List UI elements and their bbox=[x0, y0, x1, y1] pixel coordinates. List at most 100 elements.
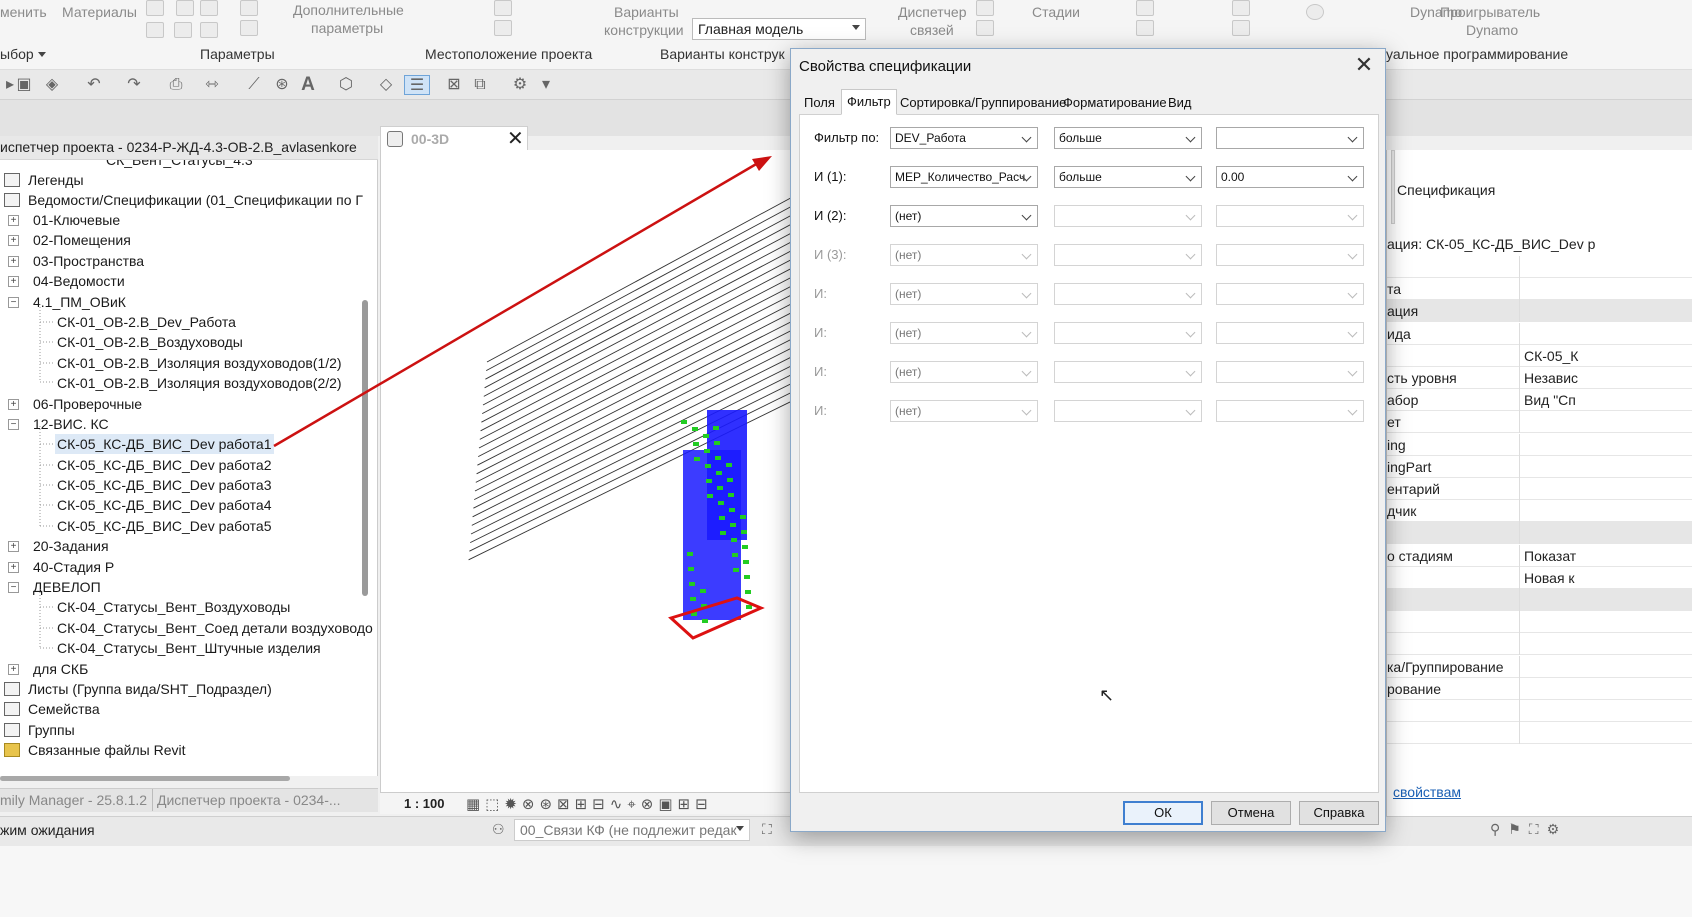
property-value[interactable] bbox=[1519, 411, 1692, 434]
property-row[interactable]: ingPart bbox=[1387, 455, 1692, 478]
filter-field-dropdown[interactable]: (нет) bbox=[890, 205, 1038, 227]
tree-item[interactable]: СК-05_КС-ДБ_ВИС_Dev работа2 bbox=[57, 455, 272, 475]
ribbon-icon[interactable] bbox=[200, 0, 218, 16]
ribbon-icon[interactable] bbox=[1232, 0, 1250, 16]
filter-operator-dropdown[interactable]: больше bbox=[1054, 166, 1202, 188]
view-control-icons[interactable]: ▦⬚✹⊗⊛⊠⊞⊟∿⌖⊗▣⊞⊟ bbox=[466, 795, 713, 813]
tree-item[interactable]: СК-05_КС-ДБ_ВИС_Dev работа4 bbox=[57, 495, 272, 515]
properties-link[interactable]: свойствам bbox=[1393, 784, 1461, 800]
filter-operator-dropdown[interactable] bbox=[1054, 400, 1202, 422]
dynamo-player-button[interactable]: Проигрыватель bbox=[1440, 4, 1540, 20]
property-row[interactable]: ка/Группирование bbox=[1387, 655, 1692, 678]
property-row[interactable]: ация bbox=[1387, 300, 1692, 323]
ribbon-icon[interactable] bbox=[976, 0, 994, 16]
browser-hscrollbar[interactable] bbox=[0, 776, 290, 781]
filter-field-dropdown[interactable]: MEP_Количество_Расч bbox=[890, 166, 1038, 188]
print-icon[interactable]: ⎙ bbox=[166, 75, 186, 95]
property-row[interactable]: рование bbox=[1387, 677, 1692, 700]
ribbon-icon[interactable] bbox=[176, 0, 194, 16]
instance-filter[interactable]: ация: СК-05_КС-ДБ_ВИС_Dev р bbox=[1387, 236, 1595, 252]
property-row[interactable] bbox=[1387, 611, 1692, 634]
tree-item[interactable]: СК-04_Статусы_Вент_Воздуховоды bbox=[57, 597, 290, 617]
filter-field-dropdown[interactable]: (нет) bbox=[890, 361, 1038, 383]
property-value[interactable] bbox=[1519, 300, 1692, 323]
tree-item-selected[interactable]: СК-05_КС-ДБ_ВИС_Dev работа1 bbox=[55, 434, 274, 454]
property-value[interactable] bbox=[1519, 677, 1692, 700]
ribbon-icon[interactable] bbox=[200, 22, 218, 38]
phases-button[interactable]: Стадии bbox=[1032, 4, 1080, 20]
filter-value-dropdown[interactable]: 0.00 bbox=[1216, 166, 1364, 188]
property-value[interactable] bbox=[1519, 478, 1692, 500]
ribbon-icon[interactable] bbox=[1232, 20, 1250, 36]
filter-value-dropdown[interactable] bbox=[1216, 283, 1364, 305]
materials-button[interactable]: Материалы bbox=[62, 4, 137, 20]
ribbon-icon[interactable] bbox=[146, 22, 164, 38]
ribbon-icon[interactable] bbox=[1136, 20, 1154, 36]
tab-fields[interactable]: Поля bbox=[799, 91, 840, 115]
chevron-down-icon[interactable]: ▾ bbox=[536, 75, 556, 95]
tree-item[interactable]: СК-01_ОВ-2.В_Воздуховоды bbox=[57, 332, 243, 352]
tab-filter[interactable]: Фильтр bbox=[841, 89, 897, 115]
settings-icon[interactable]: ⚙ bbox=[510, 75, 530, 95]
ribbon-icon[interactable] bbox=[174, 22, 192, 38]
extra-params-button[interactable]: Дополнительные bbox=[293, 2, 404, 18]
close-icon[interactable]: ✕ bbox=[1349, 53, 1379, 79]
view-tab[interactable]: 00-3D ✕ bbox=[380, 126, 528, 152]
property-row[interactable]: Новая к bbox=[1387, 566, 1692, 589]
ribbon-icon[interactable] bbox=[976, 20, 994, 36]
property-row[interactable]: абор Вид "Сп bbox=[1387, 389, 1692, 412]
selection-filter-icons[interactable]: ⚲⚑⛶⚙ bbox=[1490, 821, 1567, 838]
property-value[interactable] bbox=[1519, 700, 1692, 722]
property-row[interactable]: ет bbox=[1387, 411, 1692, 434]
property-row[interactable]: дчик bbox=[1387, 500, 1692, 523]
ribbon-icon[interactable] bbox=[494, 0, 512, 16]
main-model-select[interactable]: Главная модель bbox=[692, 18, 866, 40]
measure-icon[interactable]: ⇿ bbox=[202, 75, 222, 95]
browser-scrollbar[interactable] bbox=[362, 300, 368, 596]
property-value[interactable]: Новая к bbox=[1519, 566, 1692, 589]
filter-field-dropdown[interactable]: DEV_Работа bbox=[890, 127, 1038, 149]
property-row[interactable] bbox=[1387, 256, 1692, 278]
tree-item[interactable]: Ведомости/Спецификации (01_Спецификации … bbox=[28, 190, 363, 210]
filter-field-dropdown[interactable]: (нет) bbox=[890, 244, 1038, 266]
undo-icon[interactable]: ↶ bbox=[84, 75, 104, 95]
filter-operator-dropdown[interactable] bbox=[1054, 283, 1202, 305]
ribbon-icon[interactable] bbox=[240, 0, 258, 16]
filter-value-dropdown[interactable] bbox=[1216, 244, 1364, 266]
property-row[interactable] bbox=[1387, 589, 1692, 611]
variants-button[interactable]: Варианты bbox=[614, 4, 679, 20]
filter-value-dropdown[interactable] bbox=[1216, 400, 1364, 422]
sync-icon[interactable]: ◈ bbox=[42, 75, 62, 95]
close-hidden-icon[interactable]: ⊠ bbox=[444, 75, 464, 95]
property-value[interactable] bbox=[1519, 655, 1692, 678]
tree-item[interactable]: СК-05_КС-ДБ_ВИС_Dev работа5 bbox=[57, 516, 272, 536]
workset-select[interactable]: 00_Связи КФ (не подлежит редак bbox=[514, 819, 750, 841]
property-row[interactable]: сть уровня Независ bbox=[1387, 367, 1692, 389]
thin-lines-icon[interactable]: ☰ bbox=[404, 75, 430, 95]
property-value[interactable]: Независ bbox=[1519, 367, 1692, 389]
redo-icon[interactable]: ↷ bbox=[124, 75, 144, 95]
ribbon-icon[interactable] bbox=[146, 0, 164, 16]
tree-item[interactable]: СК-04_Статусы_Вент_Соед детали воздухово… bbox=[57, 618, 373, 638]
property-row[interactable]: ентарий bbox=[1387, 478, 1692, 500]
property-value[interactable] bbox=[1519, 633, 1692, 656]
property-value[interactable] bbox=[1519, 589, 1692, 611]
ribbon-cut-label[interactable]: менить bbox=[0, 4, 47, 20]
property-value[interactable] bbox=[1519, 278, 1692, 301]
filter-value-dropdown[interactable] bbox=[1216, 127, 1364, 149]
property-value[interactable] bbox=[1519, 322, 1692, 345]
switch-windows-icon[interactable]: ⧉ bbox=[470, 75, 490, 95]
tree-item[interactable]: Листы (Группа вида/SHT_Подраздел) bbox=[28, 679, 272, 699]
property-row[interactable]: ида bbox=[1387, 322, 1692, 345]
filter-value-dropdown[interactable] bbox=[1216, 361, 1364, 383]
ribbon-icon[interactable] bbox=[494, 20, 512, 36]
editable-icon[interactable]: ⛶ bbox=[762, 821, 772, 838]
property-value[interactable]: СК-05_К bbox=[1519, 344, 1692, 367]
tree-item[interactable]: СК-05_КС-ДБ_ВИС_Dev работа3 bbox=[57, 475, 272, 495]
tree-item[interactable]: СК-01_ОВ-2.В_Изоляция воздуховодов(1/2) bbox=[57, 353, 342, 373]
filter-field-dropdown[interactable]: (нет) bbox=[890, 400, 1038, 422]
view-scale[interactable]: 1 : 100 bbox=[404, 796, 444, 811]
tab-formatting[interactable]: Форматирование bbox=[1058, 91, 1172, 115]
dimension-icon[interactable]: ⟋ bbox=[244, 75, 264, 95]
panel-select-label[interactable]: ыбор bbox=[0, 46, 34, 62]
